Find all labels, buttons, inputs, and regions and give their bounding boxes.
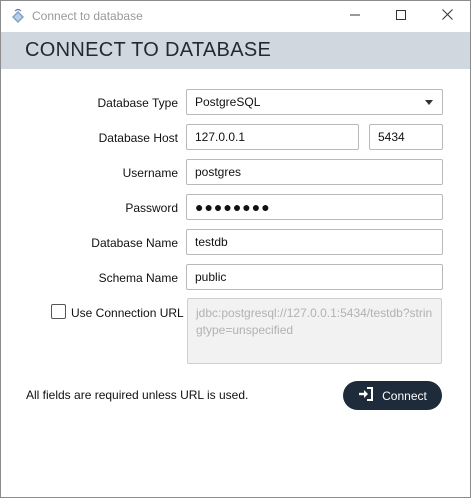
close-icon xyxy=(441,9,453,23)
database-type-value: PostgreSQL xyxy=(195,95,261,109)
use-connection-url-label[interactable]: Use Connection URL xyxy=(71,306,184,320)
use-connection-url-checkbox[interactable] xyxy=(51,304,66,319)
database-name-input[interactable]: testdb xyxy=(186,229,443,255)
username-value: postgres xyxy=(195,165,242,179)
connection-url-textarea[interactable]: jdbc:postgresql://127.0.0.1:5434/testdb?… xyxy=(187,298,442,364)
username-label: Username xyxy=(122,166,178,180)
database-app-icon xyxy=(10,8,26,24)
maximize-icon xyxy=(396,9,406,23)
title-bar[interactable]: Connect to database xyxy=(1,1,470,31)
database-host-input[interactable]: 127.0.0.1 xyxy=(186,124,359,150)
dialog-heading: CONNECT TO DATABASE xyxy=(25,39,272,61)
connect-dialog: Connect to database CONNECT TO DATABASE … xyxy=(0,0,471,498)
schema-name-value: public xyxy=(195,270,227,284)
database-type-label: Database Type xyxy=(97,96,178,110)
connect-button-label: Connect xyxy=(382,388,427,403)
minimize-button[interactable] xyxy=(332,1,378,31)
database-port-input[interactable]: 5434 xyxy=(369,124,443,150)
schema-name-input[interactable]: public xyxy=(186,264,443,290)
window-title: Connect to database xyxy=(32,9,143,23)
sign-in-icon xyxy=(358,387,374,404)
database-type-select[interactable]: PostgreSQL xyxy=(186,89,443,115)
password-label: Password xyxy=(125,201,178,215)
connect-button[interactable]: Connect xyxy=(343,381,442,410)
database-host-value: 127.0.0.1 xyxy=(195,130,246,144)
username-input[interactable]: postgres xyxy=(186,159,443,185)
database-name-label: Database Name xyxy=(91,236,178,250)
database-host-label: Database Host xyxy=(98,131,178,145)
password-masked-value: ●●●●●●●● xyxy=(195,199,271,215)
chevron-down-icon xyxy=(425,100,433,105)
close-button[interactable] xyxy=(424,1,470,31)
database-name-value: testdb xyxy=(195,235,228,249)
password-input[interactable]: ●●●●●●●● xyxy=(186,194,443,220)
dialog-header: CONNECT TO DATABASE xyxy=(1,32,470,69)
maximize-button[interactable] xyxy=(378,1,424,31)
required-fields-note: All fields are required unless URL is us… xyxy=(26,388,249,402)
database-port-value: 5434 xyxy=(378,130,405,144)
minimize-icon xyxy=(350,9,360,23)
schema-name-label: Schema Name xyxy=(98,271,178,285)
